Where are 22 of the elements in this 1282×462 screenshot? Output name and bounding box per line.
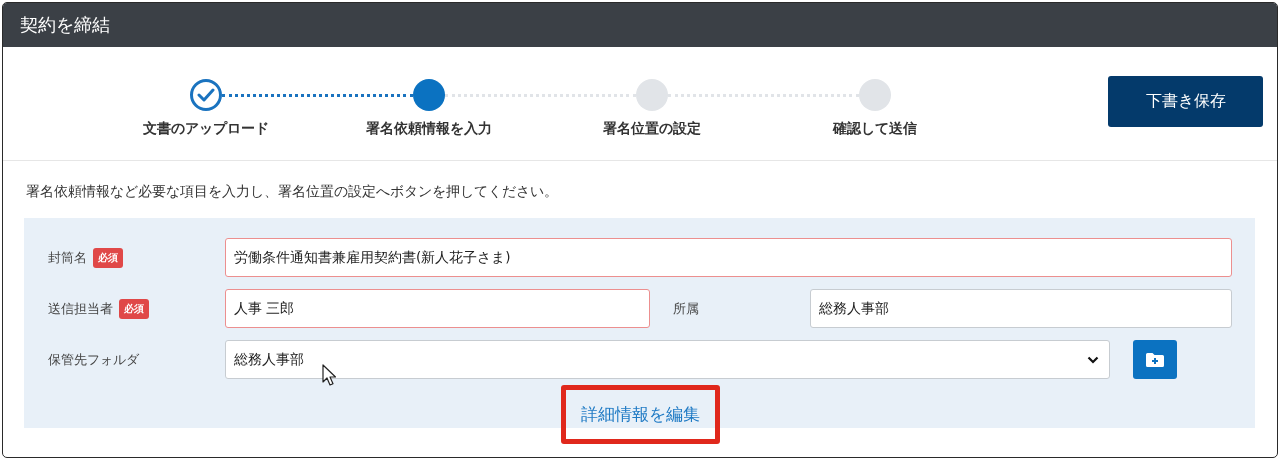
save-draft-button[interactable]: 下書き保存 — [1108, 76, 1263, 127]
folder-select[interactable]: 総務人事部 — [225, 340, 1110, 379]
field-label: 送信担当者 — [48, 299, 113, 318]
add-folder-button[interactable] — [1133, 340, 1177, 379]
text-field[interactable]: 人事 三郎 — [225, 289, 650, 328]
required-badge: 必須 — [93, 247, 123, 268]
step-label: 確認して送信 — [832, 120, 917, 138]
step-label: 署名位置の設定 — [602, 120, 701, 138]
page-title: 契約を締結 — [20, 13, 110, 37]
step-label: 署名依頼情報を入力 — [365, 120, 492, 138]
text-field[interactable]: 総務人事部 — [810, 289, 1232, 328]
field-label: 封筒名 — [48, 248, 87, 267]
required-badge: 必須 — [119, 298, 149, 319]
folder-plus-icon — [1145, 351, 1165, 368]
mouse-cursor-icon — [322, 364, 336, 386]
field-label: 保管先フォルダ — [48, 350, 139, 369]
edit-details-link[interactable]: 詳細情報を編集 — [580, 404, 700, 424]
instruction-text: 署名依頼情報など必要な項目を入力し、署名位置の設定へボタンを押してください。 — [26, 183, 559, 201]
text-field[interactable]: 労働条件通知書兼雇用契約書(新人花子さま) — [225, 238, 1232, 277]
step-label: 文書のアップロード — [142, 120, 269, 138]
field-label: 所属 — [673, 299, 699, 318]
chevron-down-icon — [1087, 355, 1099, 364]
